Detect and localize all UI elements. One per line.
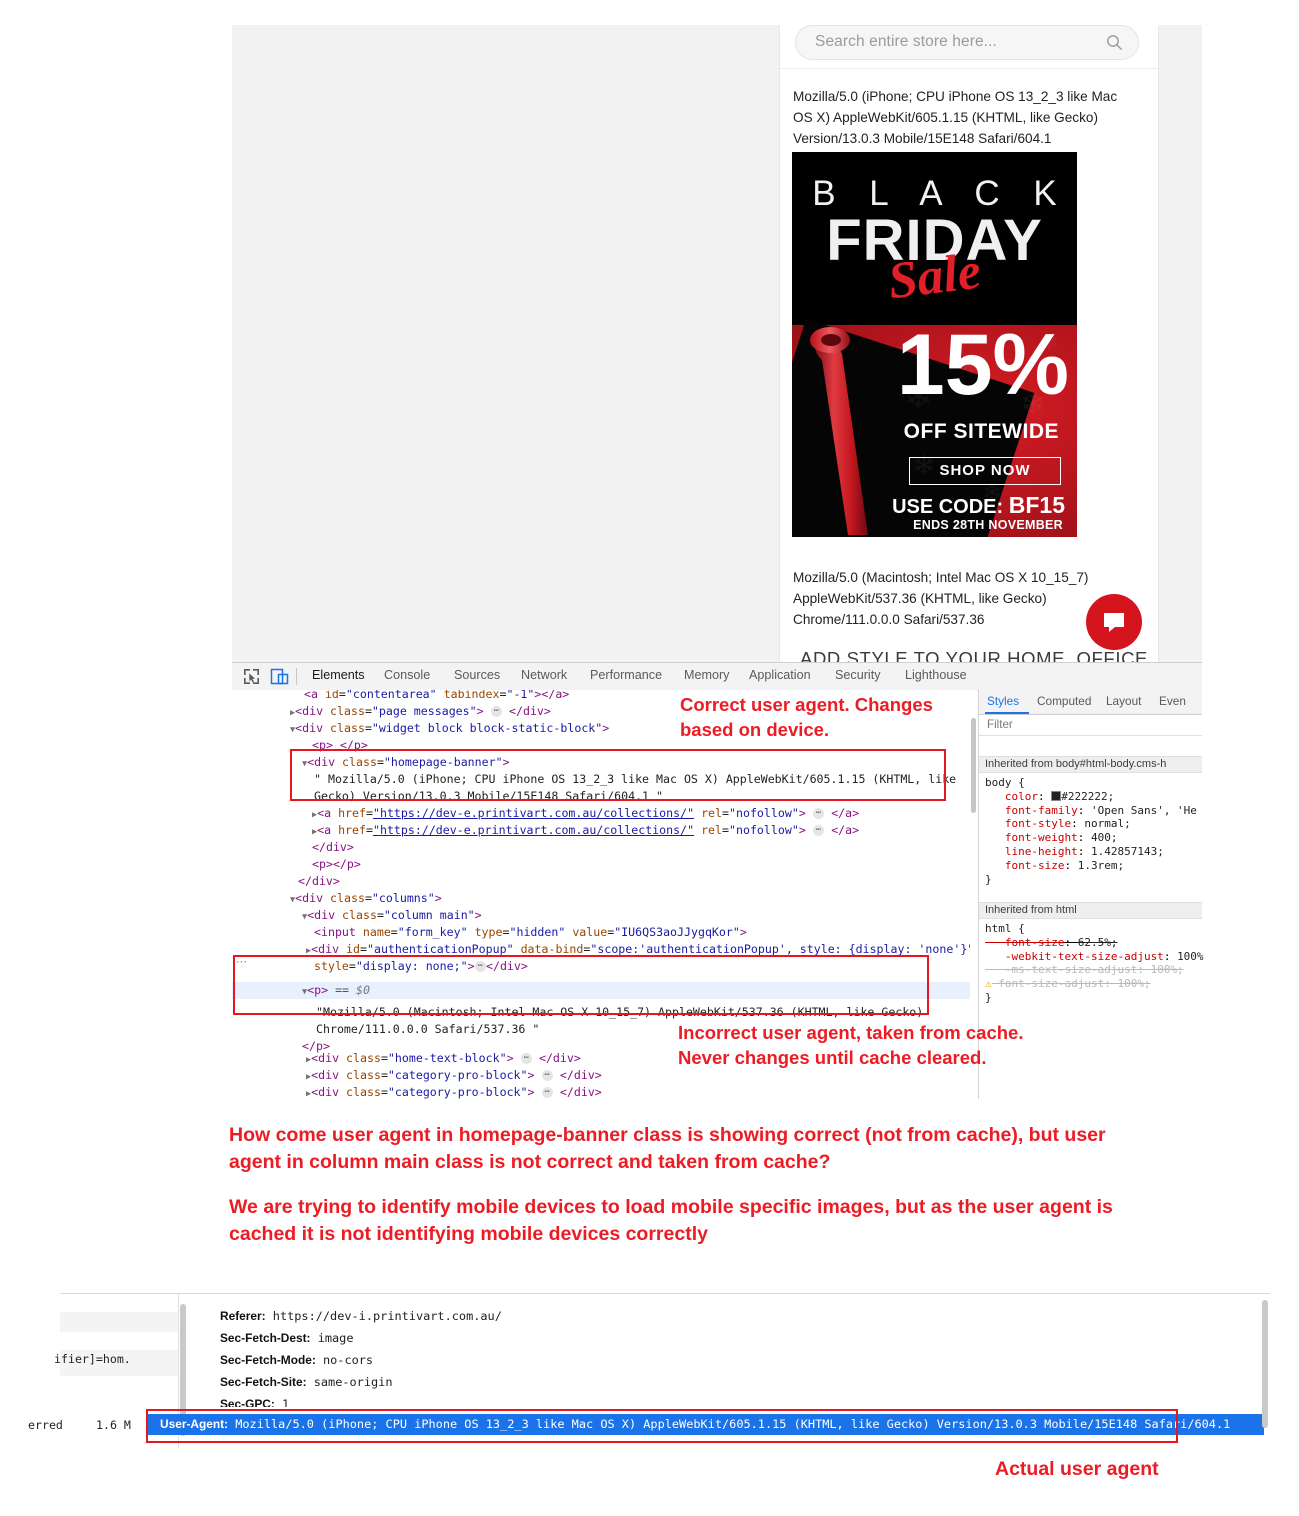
store-search[interactable]: Search entire store here... <box>795 25 1141 61</box>
tab-elements[interactable]: Elements <box>312 668 365 682</box>
annotation-actual-ua: Actual user agent <box>995 1458 1159 1480</box>
search-placeholder: Search entire store here... <box>815 33 997 50</box>
banner-offer-text: OFF SITEWIDE <box>903 420 1059 443</box>
banner-end-date: ENDS 28TH NOVEMBER <box>913 518 1063 532</box>
header-referer: Referer: https://dev-i.printivart.com.au… <box>220 1308 502 1324</box>
tab-event-listeners[interactable]: Even <box>1159 694 1186 708</box>
header-value: image <box>317 1331 354 1345</box>
dom-line[interactable]: </div> <box>298 873 977 890</box>
annotation-incorrect-ua: Incorrect user agent, taken from cache. … <box>678 1022 1024 1068</box>
header-value: 1 <box>282 1397 290 1407</box>
tab-security[interactable]: Security <box>835 668 881 682</box>
inherited-html-text: Inherited from html <box>985 904 1077 916</box>
dom-line[interactable]: </div> <box>312 839 977 856</box>
annotation-context: We are trying to identify mobile devices… <box>229 1196 1113 1245</box>
styles-tab-bar: Styles Computed Layout Even <box>979 690 1202 715</box>
active-tab-underline <box>985 712 1029 714</box>
html-selector: html { <box>985 922 1025 935</box>
header-name: Sec-Fetch-Site: <box>220 1375 307 1389</box>
styles-filter-placeholder: Filter <box>987 718 1013 731</box>
promo-code-label: USE CODE: <box>892 496 1004 518</box>
network-panel-scrollbar[interactable] <box>1262 1300 1268 1428</box>
html-rule-close: } <box>985 990 992 1004</box>
tab-styles[interactable]: Styles <box>987 694 1019 708</box>
dom-line-form-key[interactable]: <input name="form_key" type="hidden" val… <box>314 924 977 941</box>
body-selector: body { <box>985 776 1025 789</box>
header-name: Sec-Fetch-Mode: <box>220 1353 316 1367</box>
highlight-box-correct-ua <box>290 749 946 801</box>
styles-filter-input[interactable]: Filter <box>979 715 1202 736</box>
tab-layout[interactable]: Layout <box>1106 694 1141 708</box>
header-value: no-cors <box>322 1353 374 1367</box>
header-sec-fetch-site: Sec-Fetch-Site: same-origin <box>220 1374 392 1390</box>
tab-application[interactable]: Application <box>749 668 811 682</box>
inherited-from-body-label: Inherited from body#html-body.cms-h <box>979 756 1202 773</box>
header-sec-fetch-dest: Sec-Fetch-Dest: image <box>220 1330 354 1346</box>
body-rule[interactable]: body { color: #222222; font-family: 'Ope… <box>979 776 1208 886</box>
tab-performance[interactable]: Performance <box>590 668 662 682</box>
devtools-tab-bar: Elements Console Sources Network Perform… <box>232 663 1202 691</box>
body-rule-close: } <box>985 872 992 886</box>
color-swatch[interactable] <box>1051 790 1062 801</box>
promo-code-value: BF15 <box>1008 492 1065 518</box>
shop-now-button[interactable]: SHOP NOW <box>909 457 1061 485</box>
device-toolbar-icon[interactable] <box>270 667 289 686</box>
chat-widget-button[interactable] <box>1086 594 1142 650</box>
request-name-truncated: ifier]=hom. <box>54 1352 131 1366</box>
header-name: Sec-GPC: <box>220 1397 275 1407</box>
tab-network[interactable]: Network <box>521 668 567 682</box>
rendered-mobile-user-agent: Mozilla/5.0 (iPhone; CPU iPhone OS 13_2_… <box>793 89 1118 146</box>
search-icon[interactable] <box>1106 34 1123 51</box>
tab-memory[interactable]: Memory <box>684 668 729 682</box>
banner-promo-code: USE CODE: BF15 <box>792 492 1077 519</box>
header-name: Referer: <box>220 1309 266 1323</box>
rendered-cached-user-agent: Mozilla/5.0 (Macintosh; Intel Mac OS X 1… <box>793 570 1089 627</box>
toolbar-divider <box>296 668 297 685</box>
tab-lighthouse[interactable]: Lighthouse <box>905 668 967 682</box>
highlight-box-incorrect-ua <box>233 955 929 1015</box>
header-value: same-origin <box>313 1375 393 1389</box>
inspect-element-icon[interactable] <box>242 667 261 686</box>
inherited-body-text: Inherited from body#html-body.cms-h <box>985 758 1167 770</box>
search-divider <box>780 68 1158 69</box>
annotation-correct-ua: Correct user agent. Changes based on dev… <box>680 694 933 740</box>
network-status-column: erred <box>28 1418 63 1432</box>
network-size-column: 1.6 M <box>96 1418 131 1432</box>
header-value: https://dev-i.printivart.com.au/ <box>272 1309 502 1323</box>
highlight-box-actual-ua <box>146 1409 1178 1443</box>
tab-console[interactable]: Console <box>384 668 430 682</box>
chat-icon <box>1104 613 1124 632</box>
dom-line[interactable]: ▶<div class="category-pro-block"> ⋯ </di… <box>306 1084 977 1099</box>
request-row[interactable] <box>60 1312 178 1332</box>
header-sec-fetch-mode: Sec-Fetch-Mode: no-cors <box>220 1352 373 1368</box>
inherited-from-html-label: Inherited from html <box>979 902 1202 919</box>
header-name: Sec-Fetch-Dest: <box>220 1331 311 1345</box>
black-friday-banner[interactable]: ❄ ❄ ❄ ❄ ❄ ❄ B L A C K FRIDAY Sale 15% OF… <box>792 152 1077 537</box>
header-sec-gpc: Sec-GPC: 1 <box>220 1396 289 1407</box>
tab-computed[interactable]: Computed <box>1037 694 1091 708</box>
annotation-question: How come user agent in homepage-banner c… <box>229 1124 1106 1173</box>
html-rule[interactable]: html { font-size: 62.5%; -webkit-text-si… <box>979 922 1208 1005</box>
dom-line[interactable]: <p></p> <box>312 856 977 873</box>
banner-discount-percent: 15% <box>896 317 1069 413</box>
tab-sources[interactable]: Sources <box>454 668 500 682</box>
